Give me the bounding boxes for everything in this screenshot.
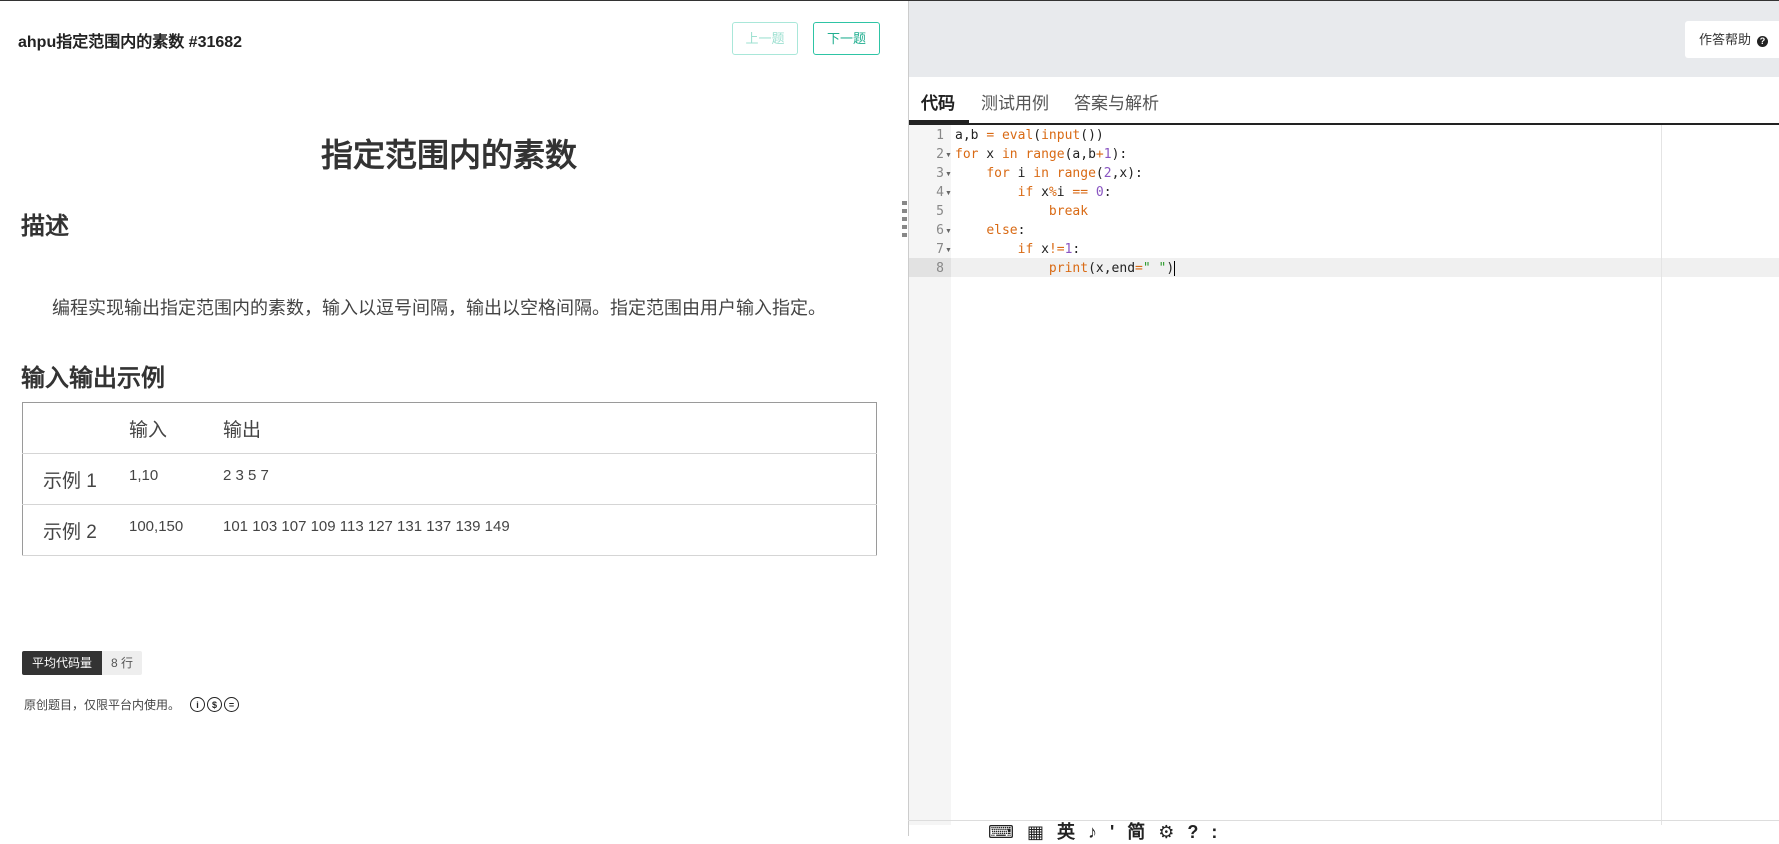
table-header-cell: 输入 [129,419,168,441]
editor-header: 作答帮助? [909,1,1779,77]
fold-arrow-icon[interactable]: ▼ [945,228,952,235]
next-question-button[interactable]: 下一题 [813,22,880,55]
line-number: 8 [936,261,944,276]
line-number: 6 [936,223,944,238]
line-number: 4 [936,185,944,200]
line-number: 2 [936,147,944,162]
example-output: 2 3 5 7 [223,467,269,484]
description-text: 编程实现输出指定范围内的素数，输入以逗号间隔，输出以空格间隔。指定范围由用户输入… [52,298,826,318]
code-line: else: [986,223,1026,238]
cc-nd-icon: = [224,697,240,712]
problem-title: 指定范围内的素数 [320,137,577,173]
avg-code-label: 平均代码量 [22,651,103,675]
table-header-row: 输入 输出 [22,403,877,454]
description-heading: 描述 [21,213,69,240]
code-line: a,b = eval(input()) [955,128,1104,143]
example-input: 1,10 [129,467,159,484]
cc-by-icon: i [190,697,206,712]
tab-code[interactable]: 代码 [921,89,955,114]
table-header-cell [23,403,130,454]
fold-arrow-icon[interactable]: ▼ [945,190,952,197]
table-row: 示例 2 100,150 101 103 107 109 113 127 131… [22,505,877,556]
line-number: 1 [936,128,944,143]
example-label: 示例 1 [43,470,97,492]
fold-arrow-icon[interactable]: ▼ [945,171,952,178]
tab-answer[interactable]: 答案与解析 [1074,89,1159,114]
code-line: for x in range(a,b+1): [955,147,1128,162]
example-label: 示例 2 [43,521,97,543]
cc-nc-icon: $ [207,697,223,712]
fold-arrow-icon[interactable]: ▼ [945,152,952,159]
help-label: 作答帮助 [1699,32,1752,47]
table-row: 示例 1 1,10 2 3 5 7 [22,454,877,505]
question-circle-icon: ? [1757,36,1769,47]
examples-table: 输入 输出 示例 1 1,10 2 3 5 7 示例 2 100,150 101… [22,402,877,556]
fold-arrow-icon[interactable]: ▼ [945,247,952,254]
editor-pane: 作答帮助? 代码 测试用例 答案与解析 1 2 3 4 5 6 7 8 ▼ ▼ … [908,1,1779,836]
example-output: 101 103 107 109 113 127 131 137 139 149 [223,518,510,535]
tab-test-cases[interactable]: 测试用例 [981,89,1049,114]
cc-license-icons: i $ = [190,697,241,712]
examples-heading: 输入输出示例 [21,365,165,392]
license-text: 原创题目，仅限平台内使用。 [24,698,181,712]
question-id: ahpu指定范围内的素数 #31682 [18,34,243,51]
avg-code-value: 8 行 [102,651,143,675]
prev-question-button[interactable]: 上一题 [732,22,798,55]
table-header-cell: 输出 [223,419,262,441]
editor-tabs: 代码 测试用例 答案与解析 [909,77,1779,125]
print-margin [1661,125,1662,825]
code-line: if x!=1: [1017,242,1081,257]
code-editor[interactable]: 1 2 3 4 5 6 7 8 ▼ ▼ ▼ ▼ ▼ a,b = eval(inp… [909,125,1779,825]
line-number: 7 [936,242,944,257]
avg-code-badge: 平均代码量 8 行 [22,651,143,675]
ime-toolbar[interactable]: ⌨ ▦ 英 ♪ ' 简 ⚙ ? : [988,818,1221,842]
code-line: if x%i == 0: [1017,185,1112,200]
line-number: 5 [936,204,944,219]
help-button[interactable]: 作答帮助? [1685,21,1779,58]
pane-resize-handle[interactable] [902,201,907,237]
example-input: 100,150 [129,518,184,535]
code-line: break [1048,204,1089,219]
active-tab-indicator [909,120,969,123]
problem-pane: ahpu指定范围内的素数 #31682 上一题 下一题 指定范围内的素数 描述 … [0,1,908,836]
license-note: 原创题目，仅限平台内使用。 i $ = [24,696,241,713]
line-number: 3 [936,166,944,181]
code-line: print(x,end=" ") [1048,261,1176,276]
code-line: for i in range(2,x): [986,166,1143,181]
